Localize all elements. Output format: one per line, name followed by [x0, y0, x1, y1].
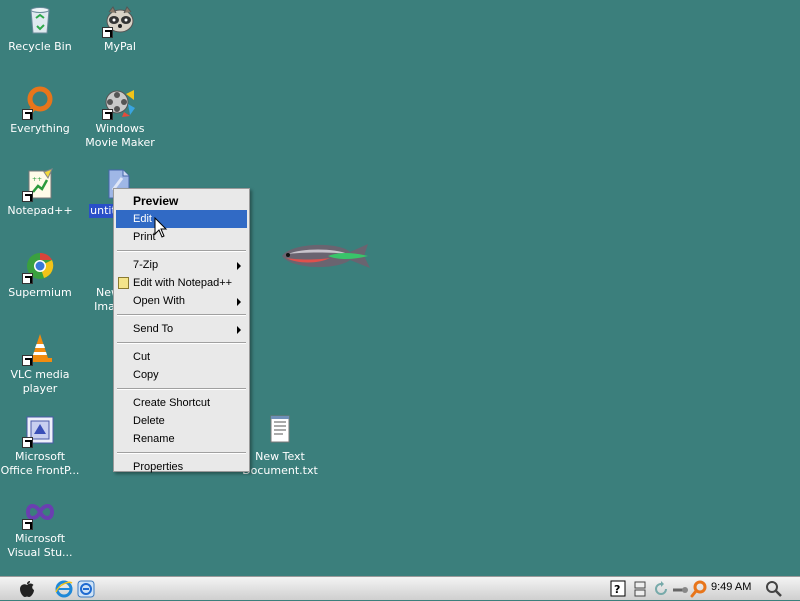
frontpage-label: Microsoft Office FrontP... — [0, 450, 80, 477]
menu-item-properties[interactable]: Properties — [116, 458, 247, 476]
notepadpp-icon: ++ — [22, 168, 56, 202]
shortcut-arrow-icon — [22, 191, 33, 202]
menu-item-create-shortcut[interactable]: Create Shortcut — [116, 394, 247, 412]
desktop-icon-windows-movie-maker[interactable]: Windows Movie Maker — [78, 86, 162, 150]
desktop-icon-vlc[interactable]: VLC media player — [0, 332, 82, 396]
apple-start-icon[interactable] — [18, 580, 36, 598]
menu-item-preview[interactable]: Preview — [116, 192, 247, 210]
supermium-browser-icon — [22, 250, 56, 284]
menu-item-delete[interactable]: Delete — [116, 412, 247, 430]
desktop-icon-frontpage[interactable]: Microsoft Office FrontP... — [0, 414, 82, 478]
svg-text:?: ? — [614, 583, 620, 596]
everything-search-tray-icon[interactable] — [690, 580, 708, 598]
supermium-label: Supermium — [8, 286, 72, 299]
desktop-icon-supermium[interactable]: Supermium — [0, 250, 82, 300]
menu-item-rename[interactable]: Rename — [116, 430, 247, 448]
frontpage-icon — [22, 414, 56, 448]
shortcut-arrow-icon — [22, 437, 33, 448]
notepadpp-small-icon — [118, 277, 129, 289]
menu-item-copy[interactable]: Copy — [116, 366, 247, 384]
desktop-icon-recycle-bin[interactable]: Recycle Bin — [0, 4, 82, 54]
taskbar: ? 9:49 AM — [0, 576, 800, 600]
shortcut-arrow-icon — [22, 355, 33, 366]
shortcut-arrow-icon — [22, 519, 33, 530]
menu-item-open-with[interactable]: Open With — [116, 292, 247, 310]
menu-separator — [117, 250, 246, 252]
menu-separator — [117, 314, 246, 316]
new-text-document-label: New Text Document.txt — [242, 450, 318, 477]
menu-item-send-to[interactable]: Send To — [116, 320, 247, 338]
context-menu: Preview Edit Print 7-Zip Edit with Notep… — [113, 188, 250, 473]
shortcut-arrow-icon — [22, 109, 33, 120]
visual-studio-label: Microsoft Visual Stu... — [7, 532, 73, 559]
search-icon[interactable] — [765, 580, 783, 598]
shortcut-arrow-icon — [102, 109, 113, 120]
menu-item-7zip[interactable]: 7-Zip — [116, 256, 247, 274]
mypal-label: MyPal — [104, 40, 136, 53]
shortcut-arrow-icon — [22, 273, 33, 284]
desktop-icon-mypal[interactable]: MyPal — [78, 4, 162, 54]
shortcut-arrow-icon — [102, 27, 113, 38]
menu-item-cut[interactable]: Cut — [116, 348, 247, 366]
everything-search-icon — [22, 86, 56, 120]
menu-separator — [117, 388, 246, 390]
submenu-arrow-icon — [237, 326, 241, 334]
internet-explorer-icon[interactable] — [55, 580, 73, 598]
desktop-icon-new-text-document[interactable]: New Text Document.txt — [238, 414, 322, 478]
svg-text:++: ++ — [32, 176, 42, 183]
menu-item-print[interactable]: Print — [116, 228, 247, 246]
recycle-bin-icon — [24, 4, 56, 36]
mouse-cursor-icon — [154, 216, 168, 242]
tool-tray-icon[interactable] — [671, 580, 689, 598]
help-icon[interactable]: ? — [610, 580, 628, 598]
submenu-arrow-icon — [237, 262, 241, 270]
menu-separator — [117, 342, 246, 344]
network-tray-icon[interactable] — [633, 580, 651, 598]
taskbar-clock[interactable]: 9:49 AM — [711, 581, 751, 593]
submenu-arrow-icon — [237, 298, 241, 306]
menu-item-edit-with-notepadpp[interactable]: Edit with Notepad++ — [116, 274, 247, 292]
text-file-icon — [264, 414, 296, 446]
vlc-cone-icon — [22, 332, 56, 366]
recycle-bin-label: Recycle Bin — [8, 40, 72, 53]
desktop-icon-notepadpp[interactable]: ++ Notepad++ — [0, 168, 82, 218]
fish-desktop-decoration — [278, 238, 374, 277]
menu-separator — [117, 452, 246, 454]
desktop-icon-visual-studio[interactable]: Microsoft Visual Stu... — [0, 496, 82, 560]
visual-studio-infinity-icon — [22, 496, 56, 530]
movie-maker-label: Windows Movie Maker — [85, 122, 155, 149]
menu-item-edit[interactable]: Edit — [116, 210, 247, 228]
refresh-tray-icon[interactable] — [652, 580, 670, 598]
everything-label: Everything — [10, 122, 70, 135]
vlc-label: VLC media player — [10, 368, 70, 395]
notepadpp-label: Notepad++ — [7, 204, 73, 217]
browser-window-icon[interactable] — [77, 580, 95, 598]
desktop-icon-everything[interactable]: Everything — [0, 86, 82, 136]
mypal-raccoon-icon — [102, 4, 136, 38]
movie-maker-film-reel-icon — [102, 86, 136, 120]
